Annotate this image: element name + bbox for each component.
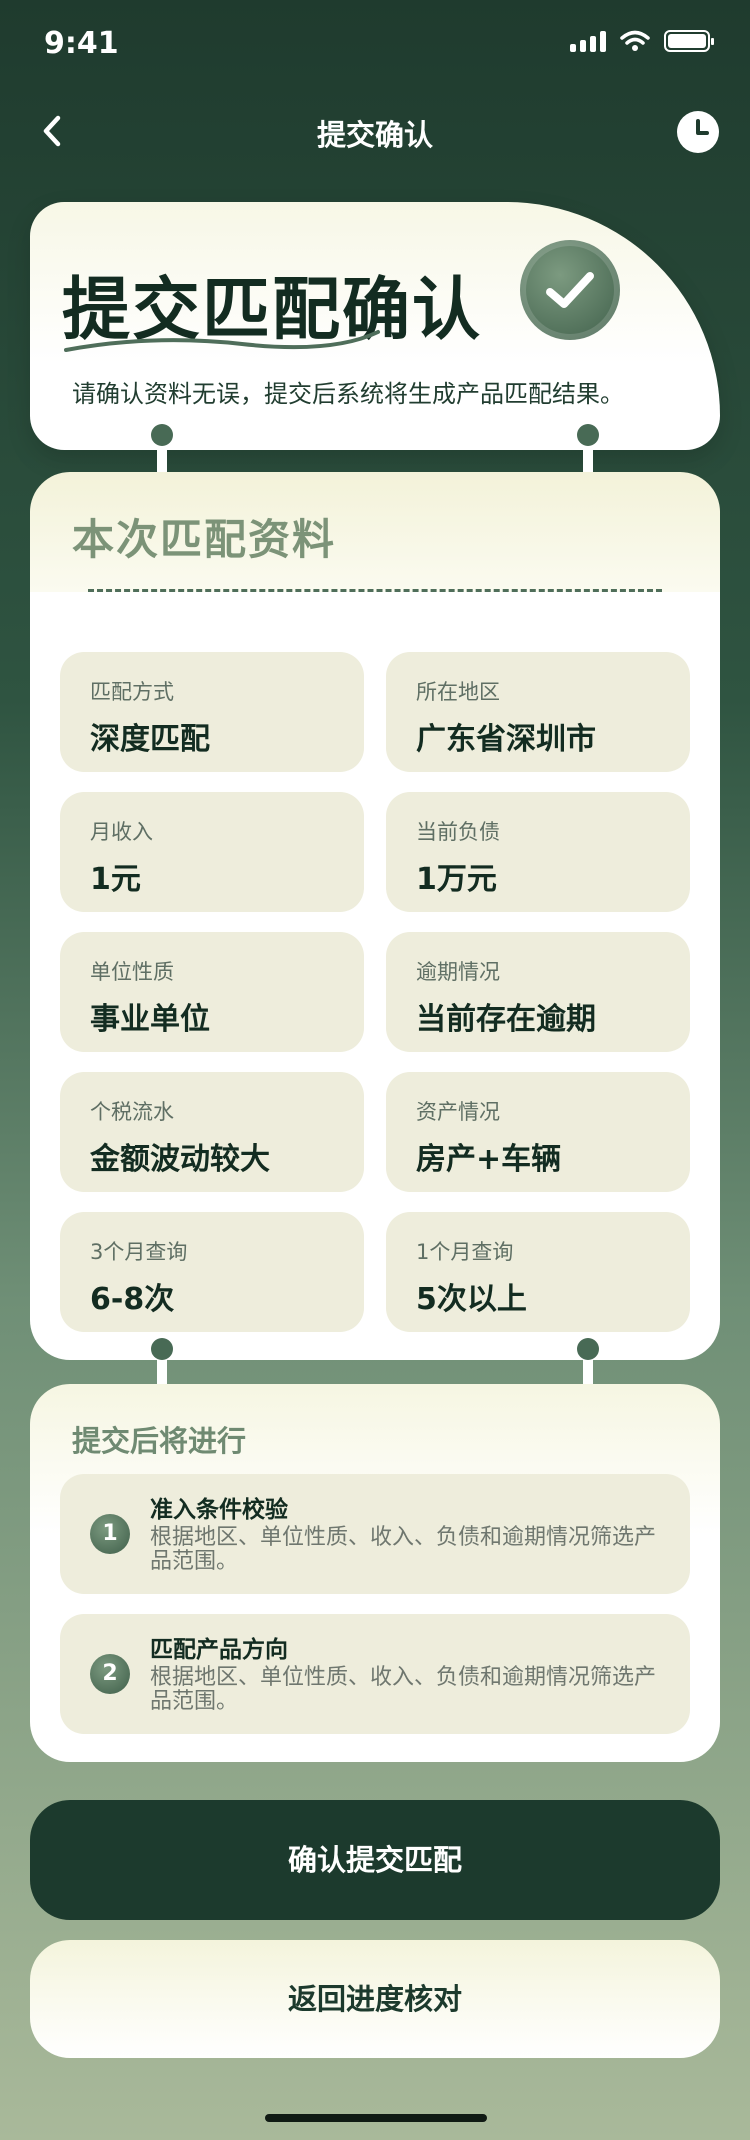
- info-value: 广东省深圳市: [416, 722, 596, 757]
- home-indicator: [265, 2114, 487, 2122]
- info-label: 单位性质: [90, 960, 174, 984]
- info-value: 深度匹配: [90, 722, 210, 757]
- page-title: 提交确认: [316, 118, 433, 152]
- info-cell-assets: 资产情况 房产+车辆: [386, 1072, 690, 1192]
- info-cell-region: 所在地区 广东省深圳市: [386, 652, 690, 772]
- next-steps-card: 提交后将进行 1 准入条件校验 根据地区、单位性质、收入、负债和逾期情况筛选产品…: [30, 1384, 720, 1762]
- info-cell-tax-flow: 个税流水 金额波动较大: [60, 1072, 364, 1192]
- app-screen: 9:41 提交确认 提交匹配确认 请确认资料无误，提交后系统将生成产品匹配结果。…: [0, 0, 750, 2140]
- summary-header: 本次匹配资料: [30, 472, 720, 592]
- summary-title: 本次匹配资料: [72, 515, 337, 564]
- info-label: 当前负债: [416, 820, 500, 844]
- step-title: 匹配产品方向: [150, 1637, 288, 1663]
- hero-description: 请确认资料无误，提交后系统将生成产品匹配结果。: [72, 380, 624, 408]
- return-check-button[interactable]: 返回进度核对: [30, 1940, 720, 2058]
- summary-grid: 匹配方式 深度匹配 所在地区 广东省深圳市 月收入 1元 当前负债 1万元 单位…: [60, 652, 690, 1332]
- step-item: 2 匹配产品方向 根据地区、单位性质、收入、负债和逾期情况筛选产品范围。: [60, 1614, 690, 1734]
- next-steps-title: 提交后将进行: [72, 1424, 247, 1458]
- info-label: 1个月查询: [416, 1240, 514, 1264]
- confirm-submit-button[interactable]: 确认提交匹配: [30, 1800, 720, 1920]
- hero-card: 提交匹配确认 请确认资料无误，提交后系统将生成产品匹配结果。: [30, 202, 720, 450]
- step-title: 准入条件校验: [150, 1497, 288, 1523]
- battery-icon: [664, 30, 714, 52]
- info-label: 个税流水: [90, 1100, 174, 1124]
- info-value: 5次以上: [416, 1282, 527, 1317]
- check-badge: [520, 240, 620, 340]
- status-bar: 9:41: [0, 0, 750, 90]
- underline-swoosh: [64, 330, 380, 352]
- info-cell-monthly-income: 月收入 1元: [60, 792, 364, 912]
- info-value: 事业单位: [90, 1002, 210, 1037]
- info-value: 房产+车辆: [416, 1142, 562, 1177]
- info-label: 匹配方式: [90, 680, 174, 704]
- info-cell-match-method: 匹配方式 深度匹配: [60, 652, 364, 772]
- info-label: 逾期情况: [416, 960, 500, 984]
- summary-card: 匹配方式 深度匹配 所在地区 广东省深圳市 月收入 1元 当前负债 1万元 单位…: [30, 592, 720, 1360]
- info-value: 当前存在逾期: [416, 1002, 596, 1037]
- status-icons: [570, 30, 714, 52]
- step-number-badge: 1: [90, 1514, 130, 1554]
- info-value: 1元: [90, 862, 141, 897]
- info-value: 1万元: [416, 862, 497, 897]
- step-description: 根据地区、单位性质、收入、负债和逾期情况筛选产品范围。: [150, 1525, 657, 1574]
- step-number-badge: 2: [90, 1654, 130, 1694]
- info-cell-current-debt: 当前负债 1万元: [386, 792, 690, 912]
- status-time: 9:41: [44, 26, 119, 61]
- info-label: 资产情况: [416, 1100, 500, 1124]
- info-value: 金额波动较大: [90, 1142, 270, 1177]
- info-cell-employer-type: 单位性质 事业单位: [60, 932, 364, 1052]
- info-cell-1month-queries: 1个月查询 5次以上: [386, 1212, 690, 1332]
- info-label: 3个月查询: [90, 1240, 188, 1264]
- nav-bar: 提交确认: [0, 100, 750, 164]
- step-item: 1 准入条件校验 根据地区、单位性质、收入、负债和逾期情况筛选产品范围。: [60, 1474, 690, 1594]
- history-button[interactable]: [676, 110, 720, 154]
- wifi-icon: [620, 30, 650, 51]
- info-label: 所在地区: [416, 680, 500, 704]
- step-description: 根据地区、单位性质、收入、负债和逾期情况筛选产品范围。: [150, 1665, 657, 1714]
- info-cell-3month-queries: 3个月查询 6-8次: [60, 1212, 364, 1332]
- info-value: 6-8次: [90, 1282, 175, 1317]
- signal-icon: [570, 30, 606, 52]
- info-cell-overdue: 逾期情况 当前存在逾期: [386, 932, 690, 1052]
- check-icon: [546, 272, 594, 308]
- clock-icon: [677, 111, 719, 153]
- info-label: 月收入: [90, 820, 153, 844]
